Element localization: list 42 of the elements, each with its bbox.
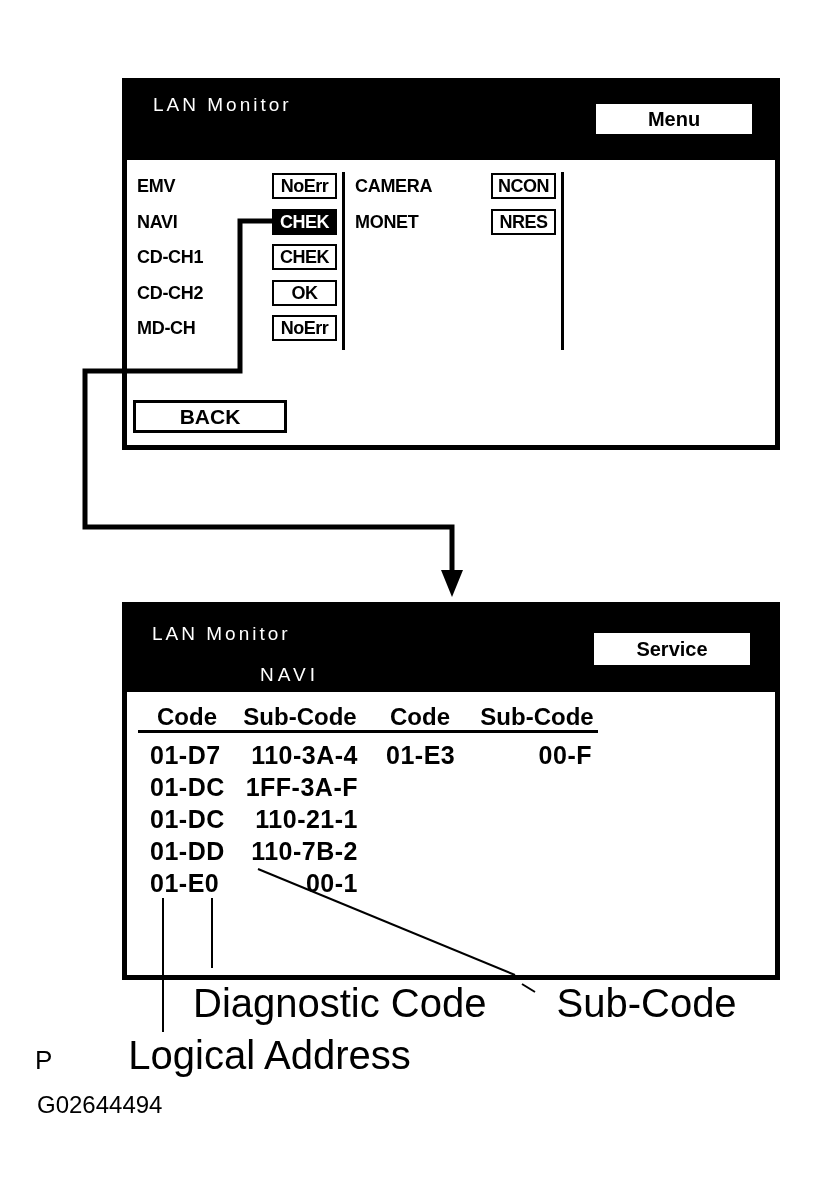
table-cell-text: 00-1 <box>305 868 358 899</box>
screen-title: LAN Monitor <box>153 95 292 115</box>
column-header: Code <box>390 704 450 730</box>
table-cell-text: 01-E3 <box>386 740 456 771</box>
figure-mark: P <box>35 1045 53 1075</box>
status-button[interactable]: NRES <box>491 208 556 235</box>
table-cell-text: 01-E0 <box>150 868 220 899</box>
table-cell-text: 01-DD <box>150 836 225 867</box>
table-cell-text: 01-D7 <box>150 740 221 771</box>
table-cell-text: 00-F <box>538 740 592 771</box>
device-label: CD-CH2 <box>137 281 204 305</box>
table-cell-text: 110-21-1 <box>255 804 358 835</box>
status-button[interactable]: CHEK <box>272 244 337 270</box>
table-cell-text: 1FF-3A-F <box>245 772 358 803</box>
table-cell-text: 01-DC <box>150 772 225 803</box>
callout-label: Logical Address <box>128 1032 411 1078</box>
device-label: EMV <box>137 175 176 198</box>
leader-line <box>211 897 213 969</box>
column-header: Sub-Code <box>480 704 594 730</box>
device-label: NAVI <box>137 210 178 234</box>
column-header: Code <box>157 704 217 730</box>
column-header: Sub-Code <box>243 704 357 730</box>
table-cell-text: 110-3A-4 <box>251 740 358 771</box>
table-cell-text: 01-DC <box>150 804 225 835</box>
status-button[interactable]: NoErr <box>272 315 337 341</box>
device-label: CAMERA <box>355 175 433 198</box>
callout-label: Diagnostic Code <box>193 980 487 1026</box>
device-label: MD-CH <box>137 317 196 340</box>
status-button[interactable]: NCON <box>491 173 556 199</box>
figure-id: G02644494 <box>37 1091 163 1119</box>
service-button[interactable]: Service <box>594 633 750 665</box>
status-button[interactable]: OK <box>272 279 337 306</box>
status-button[interactable]: NoErr <box>272 173 337 199</box>
device-label: MONET <box>355 210 419 234</box>
table-cell-text: 110-7B-2 <box>251 836 358 867</box>
device-label: CD-CH1 <box>137 246 204 269</box>
device-title: NAVI <box>260 665 319 685</box>
back-button[interactable]: BACK <box>133 400 287 433</box>
callout-label: Sub-Code <box>556 980 737 1026</box>
menu-button[interactable]: Menu <box>596 104 752 134</box>
status-button[interactable]: CHEK <box>272 208 337 235</box>
screen-title: LAN Monitor <box>152 624 291 644</box>
